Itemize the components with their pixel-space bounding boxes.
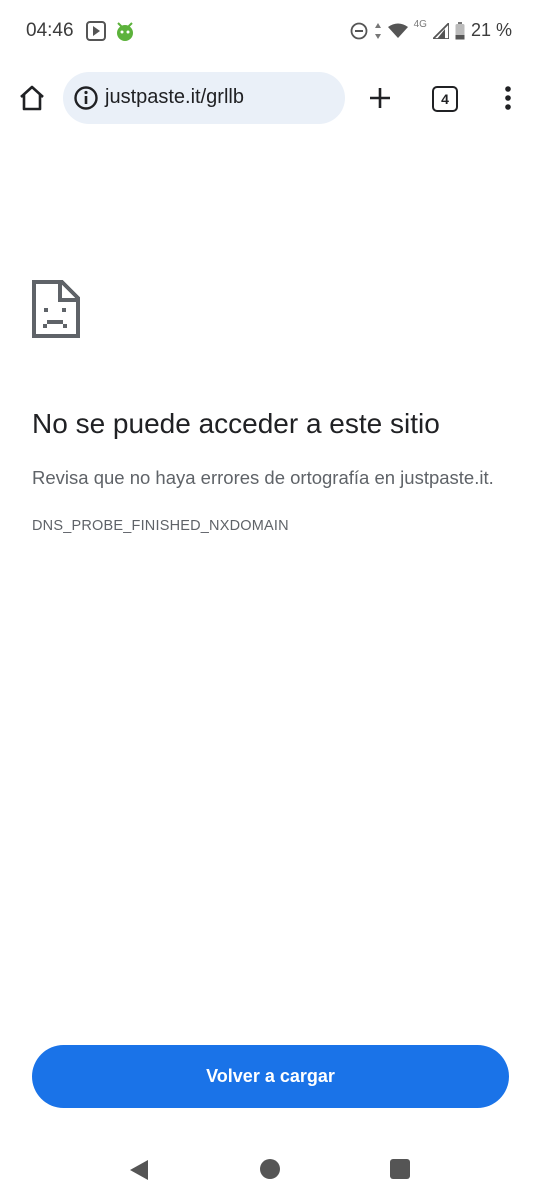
home-nav-icon[interactable] — [260, 1159, 280, 1179]
status-bar: 04:46 4G 21 % — [0, 0, 540, 64]
info-icon[interactable] — [73, 85, 99, 111]
reload-button[interactable]: Volver a cargar — [32, 1045, 509, 1108]
new-tab-button[interactable] — [364, 82, 396, 114]
recents-icon[interactable] — [390, 1159, 410, 1179]
error-code: DNS_PROBE_FINISHED_NXDOMAIN — [32, 518, 289, 534]
plus-icon — [370, 88, 390, 108]
app-notification-icon — [117, 22, 133, 41]
battery-icon — [455, 21, 465, 39]
signal-icon — [432, 22, 449, 39]
tab-switcher-button[interactable]: 4 — [432, 86, 458, 112]
error-title: No se puede acceder a este sitio — [32, 408, 440, 439]
battery-percent: 21 % — [470, 20, 512, 40]
sad-page-icon — [32, 280, 80, 338]
network-type: 4G — [413, 19, 427, 30]
more-menu-button[interactable] — [496, 82, 520, 114]
error-description: Revisa que no haya errores de ortografía… — [32, 467, 494, 488]
system-navigation-bar — [0, 1140, 540, 1200]
url-text[interactable]: justpaste.it/grllb — [105, 86, 244, 109]
home-button[interactable] — [14, 80, 50, 116]
tab-count: 4 — [441, 91, 449, 107]
data-arrows-icon — [374, 22, 381, 39]
home-icon — [20, 85, 44, 111]
omnibox[interactable]: justpaste.it/grllb — [63, 72, 345, 124]
browser-toolbar: justpaste.it/grllb 4 — [0, 70, 540, 128]
back-icon[interactable] — [128, 1159, 150, 1181]
status-time: 04:46 — [26, 20, 74, 41]
wifi-icon — [387, 23, 408, 38]
play-store-notification-icon — [86, 21, 106, 41]
do-not-disturb-icon — [350, 22, 368, 39]
more-vert-icon — [505, 86, 511, 110]
